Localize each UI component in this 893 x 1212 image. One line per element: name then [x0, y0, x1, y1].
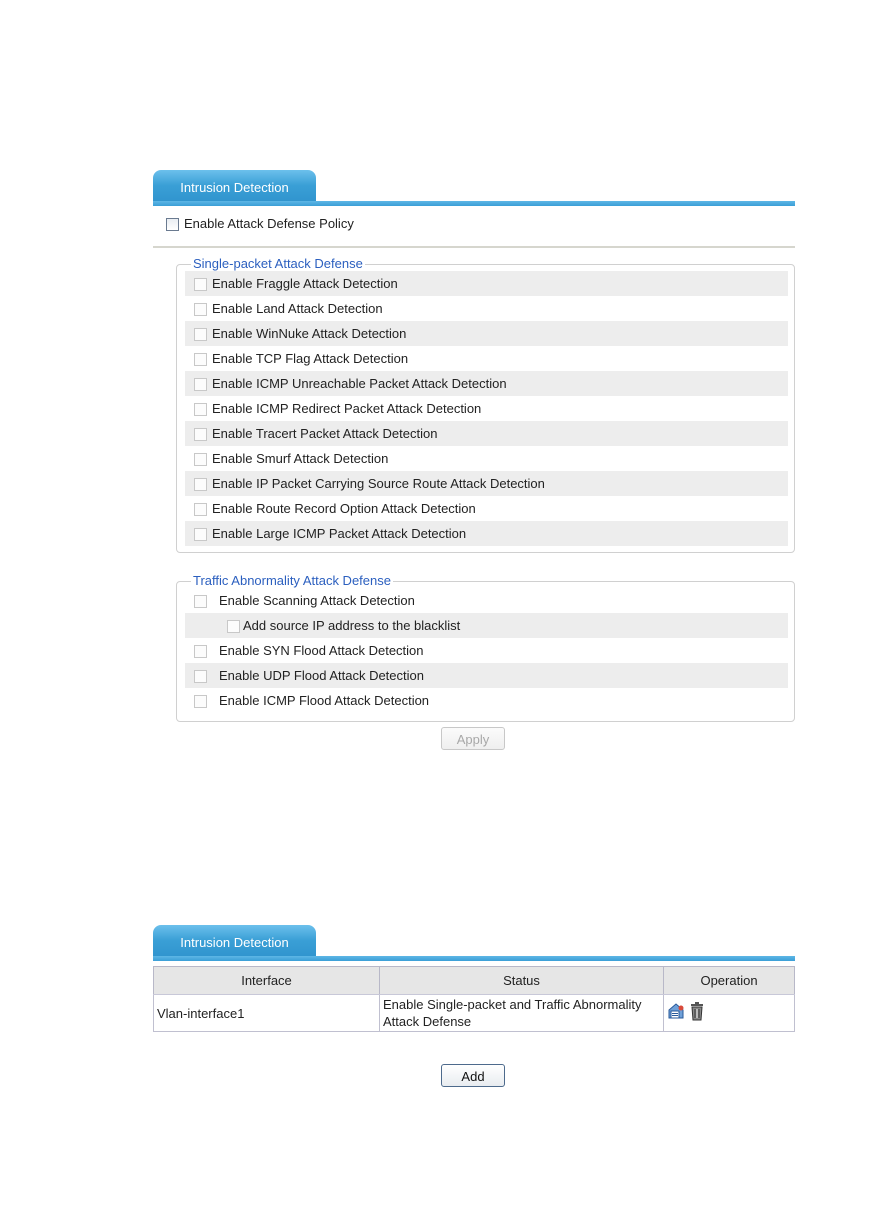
- status-cell: Enable Single-packet and Traffic Abnorma…: [379, 994, 664, 1032]
- add-button[interactable]: Add: [441, 1064, 505, 1087]
- traffic-option-row[interactable]: Enable ICMP Flood Attack Detection: [185, 688, 788, 713]
- tab-intrusion-detection[interactable]: Intrusion Detection: [153, 170, 316, 204]
- single-packet-option-label: Enable Fraggle Attack Detection: [212, 276, 398, 291]
- tab-bar: Intrusion Detection: [153, 170, 795, 206]
- traffic-option-label: Enable SYN Flood Attack Detection: [219, 643, 424, 658]
- single-packet-option-label: Enable Smurf Attack Detection: [212, 451, 389, 466]
- table-header-row: Interface Status Operation: [153, 966, 795, 995]
- enable-attack-defense-policy[interactable]: Enable Attack Defense Policy: [166, 216, 354, 232]
- single-packet-option-row[interactable]: Enable Route Record Option Attack Detect…: [185, 496, 788, 521]
- attack-defense-config-panel: Intrusion Detection Enable Attack Defens…: [153, 170, 795, 750]
- interface-cell: Vlan-interface1: [153, 994, 380, 1032]
- traffic-option-checkbox[interactable]: [194, 695, 207, 709]
- single-packet-option-row[interactable]: Enable IP Packet Carrying Source Route A…: [185, 471, 788, 496]
- single-packet-option-row[interactable]: Enable Smurf Attack Detection: [185, 446, 788, 471]
- column-header-status[interactable]: Status: [379, 966, 664, 995]
- divider: [153, 246, 795, 248]
- column-header-operation: Operation: [663, 966, 795, 995]
- traffic-option-checkbox[interactable]: [194, 595, 207, 609]
- apply-button[interactable]: Apply: [441, 727, 505, 750]
- traffic-abnormality-attack-defense-group: Traffic Abnormality Attack Defense Enabl…: [176, 574, 795, 722]
- single-packet-option-row[interactable]: Enable WinNuke Attack Detection: [185, 321, 788, 346]
- single-packet-option-label: Enable ICMP Redirect Packet Attack Detec…: [212, 401, 482, 416]
- single-packet-option-label: Enable Large ICMP Packet Attack Detectio…: [212, 526, 467, 541]
- single-packet-option-row[interactable]: Enable ICMP Redirect Packet Attack Detec…: [185, 396, 788, 421]
- single-packet-option-checkbox[interactable]: [194, 428, 207, 442]
- traffic-option-label: Enable UDP Flood Attack Detection: [219, 668, 424, 683]
- traffic-option-label: Add source IP address to the blacklist: [243, 618, 461, 633]
- single-packet-option-row[interactable]: Enable TCP Flag Attack Detection: [185, 346, 788, 371]
- single-packet-option-label: Enable Tracert Packet Attack Detection: [212, 426, 438, 441]
- single-packet-option-checkbox[interactable]: [194, 278, 207, 292]
- single-packet-option-label: Enable IP Packet Carrying Source Route A…: [212, 476, 545, 491]
- single-packet-option-checkbox[interactable]: [194, 303, 207, 317]
- interface-table: Interface Status Operation Vlan-interfac…: [153, 966, 795, 1032]
- single-packet-option-checkbox[interactable]: [194, 453, 207, 467]
- column-header-interface[interactable]: Interface: [153, 966, 380, 995]
- single-packet-option-checkbox[interactable]: [194, 528, 207, 542]
- traffic-option-checkbox[interactable]: [194, 645, 207, 659]
- traffic-option-label: Enable ICMP Flood Attack Detection: [219, 693, 430, 708]
- single-packet-option-checkbox[interactable]: [194, 353, 207, 367]
- traffic-option-checkbox[interactable]: [194, 670, 207, 684]
- single-packet-option-label: Enable Route Record Option Attack Detect…: [212, 501, 476, 516]
- traffic-option-row[interactable]: Enable UDP Flood Attack Detection: [185, 663, 788, 688]
- single-packet-option-checkbox[interactable]: [194, 378, 207, 392]
- traffic-option-row[interactable]: Enable SYN Flood Attack Detection: [185, 638, 788, 663]
- tab-intrusion-detection-2[interactable]: Intrusion Detection: [153, 925, 316, 959]
- enable-attack-defense-policy-label: Enable Attack Defense Policy: [184, 216, 354, 231]
- tab-underline-2: [153, 956, 795, 961]
- traffic-option-row[interactable]: Enable Scanning Attack Detection: [185, 588, 788, 613]
- single-packet-option-label: Enable WinNuke Attack Detection: [212, 326, 407, 341]
- single-packet-attack-defense-group: Single-packet Attack Defense Enable Frag…: [176, 257, 795, 553]
- single-packet-option-checkbox[interactable]: [194, 328, 207, 342]
- single-packet-legend: Single-packet Attack Defense: [193, 256, 363, 271]
- tab-underline: [153, 201, 795, 206]
- intrusion-detection-list-panel: Intrusion Detection Interface Status Ope…: [153, 925, 795, 1087]
- tab-bar-2: Intrusion Detection: [153, 925, 795, 961]
- single-packet-option-checkbox[interactable]: [194, 503, 207, 517]
- single-packet-option-checkbox[interactable]: [194, 403, 207, 417]
- single-packet-option-row[interactable]: Enable Fraggle Attack Detection: [185, 271, 788, 296]
- enable-attack-defense-policy-checkbox[interactable]: [166, 218, 179, 232]
- single-packet-option-row[interactable]: Enable ICMP Unreachable Packet Attack De…: [185, 371, 788, 396]
- edit-icon[interactable]: [667, 1002, 686, 1024]
- table-row: Vlan-interface1 Enable Single-packet and…: [153, 994, 795, 1032]
- single-packet-option-row[interactable]: Enable Land Attack Detection: [185, 296, 788, 321]
- delete-icon[interactable]: [690, 1001, 704, 1025]
- traffic-option-checkbox[interactable]: [227, 620, 240, 634]
- single-packet-option-label: Enable Land Attack Detection: [212, 301, 383, 316]
- traffic-option-row[interactable]: Add source IP address to the blacklist: [185, 613, 788, 638]
- single-packet-option-label: Enable ICMP Unreachable Packet Attack De…: [212, 376, 507, 391]
- traffic-option-label: Enable Scanning Attack Detection: [219, 593, 415, 608]
- traffic-legend: Traffic Abnormality Attack Defense: [193, 573, 391, 588]
- single-packet-option-checkbox[interactable]: [194, 478, 207, 492]
- single-packet-option-label: Enable TCP Flag Attack Detection: [212, 351, 409, 366]
- single-packet-option-row[interactable]: Enable Tracert Packet Attack Detection: [185, 421, 788, 446]
- operation-cell: [663, 994, 795, 1032]
- single-packet-option-row[interactable]: Enable Large ICMP Packet Attack Detectio…: [185, 521, 788, 546]
